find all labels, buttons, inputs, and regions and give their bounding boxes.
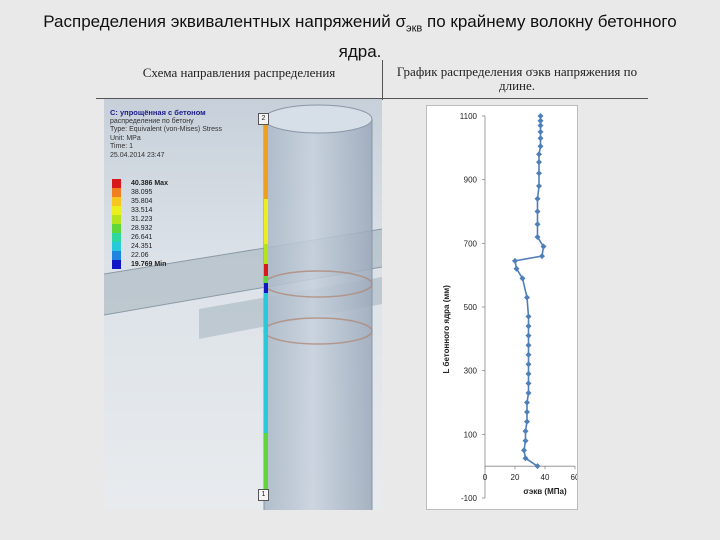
x-axis-label: σэкв (МПа) [523,487,567,496]
legend-label: 35.804 [131,198,153,205]
data-point [525,389,532,396]
data-point [524,409,530,416]
legend-label: 38.095 [131,189,153,196]
legend-label: 28.932 [131,225,153,232]
data-point [512,257,518,264]
model-render [104,104,382,510]
stress-path-seg-yellow [264,199,268,244]
data-point [525,313,532,320]
result-line: 25.04.2014 23:47 [110,151,165,159]
x-tick-label: 0 [483,473,488,482]
legend-label: 22.06 [131,252,149,259]
result-line: Time: 1 [110,143,134,151]
stress-path-seg-lime [264,244,268,264]
data-point [525,370,532,377]
y-tick-label: 900 [464,176,478,185]
data-point [537,135,544,142]
legend-swatch [112,224,121,233]
stress-path-seg-red [264,264,268,276]
legend-label: 33.514 [131,207,153,214]
column-divider [382,60,383,100]
y-axis-label: L бетонного ядра (мм) [442,285,451,374]
y-tick-label: 500 [464,303,478,312]
right-column-header: График распределения σэкв напряжения по … [396,64,638,93]
stress-path-seg-green-low [264,433,268,493]
data-point [537,143,544,150]
y-tick-label: 100 [464,430,478,439]
data-point [524,399,530,406]
simulation-viewport: C: упрощённая с бетоном распределение по… [104,99,382,510]
legend-swatch [112,179,121,188]
result-line: распределение по бетону [110,117,194,125]
concrete-cylinder [264,119,372,510]
data-point [525,332,532,339]
node-label-bottom: 1 [258,489,269,501]
stress-path-seg-blue [264,283,268,293]
legend-label: 26.641 [131,234,153,241]
legend-swatch [112,233,121,242]
legend-label: 31.223 [131,216,153,223]
data-point [525,380,532,387]
stress-path-seg-cyan [264,293,268,433]
data-point [522,437,529,444]
chart-svg: -100 100 300 500 700 900 1100 0 20 40 60 σэкв (МПа)… [442,112,577,503]
legend-swatch [112,188,121,197]
data-point [522,428,529,435]
x-tick-label: 40 [541,473,550,482]
stress-path-seg-orange [264,121,268,199]
y-tick-label: 1100 [460,112,478,121]
legend-label: 24.351 [131,243,153,250]
title-subscript: экв [406,22,423,35]
data-point [534,195,541,202]
data-point [525,342,532,349]
stress-path-seg-green [264,276,268,283]
legend-label: 19.769 Min [131,261,167,268]
data-point [537,128,544,135]
legend-swatch [112,197,121,206]
data-point [536,159,542,166]
x-tick-label: 60 [571,473,577,482]
result-title: C: упрощённая с бетоном [110,108,206,117]
slide-title: Распределения эквивалентных напряжений σ… [40,10,680,63]
result-info: C: упрощённая с бетоном распределение по… [110,108,223,161]
data-point [536,170,542,177]
legend-swatch [112,242,121,251]
legend-swatch [112,251,121,260]
data-point [521,447,527,454]
series-line [514,116,545,467]
data-point [524,418,530,425]
legend-swatch [112,215,121,224]
data-point [534,208,541,215]
legend-swatch [112,260,121,269]
data-point [539,253,545,260]
legend-label: 40.386 Max [131,180,168,187]
data-point [534,221,541,228]
title-part1: Распределения эквивалентных напряжений σ [43,12,406,31]
legend-swatch [112,206,121,215]
content-table: Схема направления распределения График р… [96,60,648,510]
y-tick-label: -100 [461,494,478,503]
result-line: Type: Equivalent (von-Mises) Stress [110,126,223,134]
y-tick-label: 700 [464,239,478,248]
data-point [525,351,532,358]
data-point [536,183,542,190]
node-label-top: 2 [258,113,269,125]
x-tick-label: 20 [511,473,520,482]
data-point [536,151,542,158]
data-point [525,361,532,368]
data-point [524,294,530,301]
data-point [537,113,544,119]
result-line: Unit: MPa [110,134,141,142]
stress-chart: -100 100 300 500 700 900 1100 0 20 40 60 σэкв (МПа)… [426,105,578,510]
data-point [525,323,532,330]
cylinder-top [263,104,373,134]
y-tick-label: 300 [464,367,478,376]
